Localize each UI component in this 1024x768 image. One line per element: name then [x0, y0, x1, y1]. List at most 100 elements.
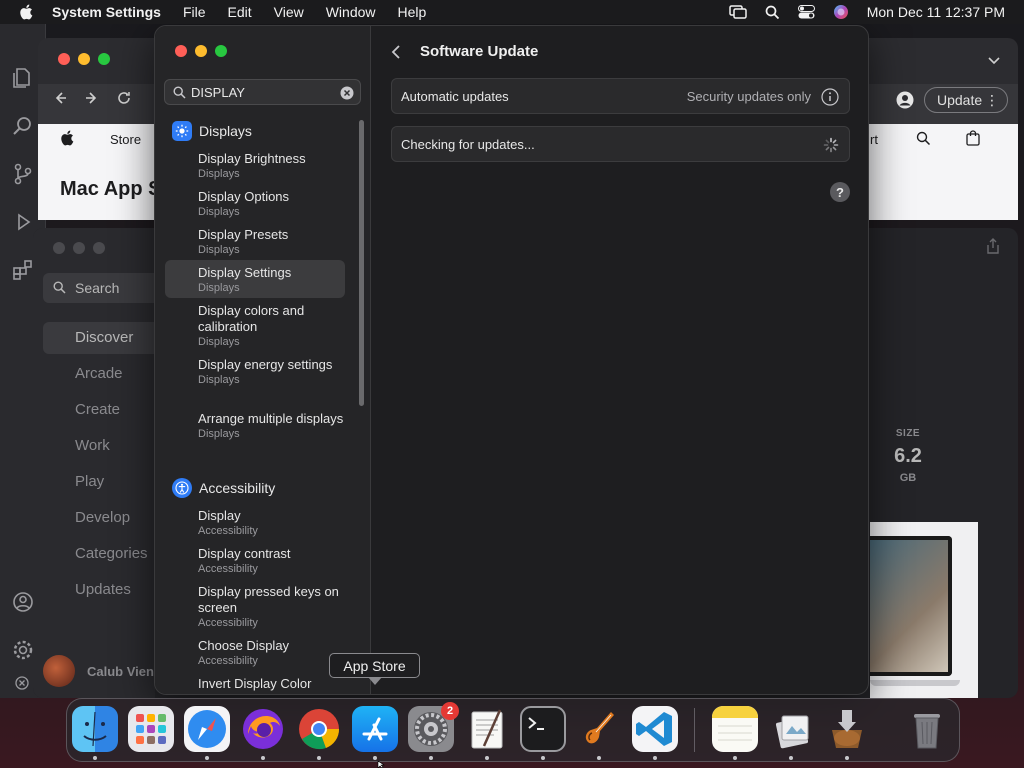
clear-search-icon[interactable]	[340, 86, 354, 100]
appstore-zoom-button[interactable]	[93, 242, 105, 254]
installer-icon[interactable]	[824, 706, 870, 752]
search-result[interactable]: Display colors and calibration Displays	[198, 303, 348, 349]
vscode-icon[interactable]	[632, 706, 678, 752]
app-screenshot-preview[interactable]	[870, 522, 978, 698]
help-button[interactable]: ?	[830, 182, 850, 202]
appstore-close-button[interactable]	[53, 242, 65, 254]
sidebar-item-play[interactable]: Play	[75, 473, 104, 490]
chrome-icon[interactable]	[296, 706, 342, 752]
browser-close-button[interactable]	[58, 53, 70, 65]
macbook-base-image	[870, 680, 960, 686]
spotlight-icon[interactable]	[765, 5, 780, 20]
search-result[interactable]: Display energy settings Displays	[198, 357, 348, 387]
search-result[interactable]: Arrange multiple displays Displays	[198, 411, 348, 441]
sidebar-item-develop[interactable]: Develop	[75, 509, 130, 526]
apple-nav-store-link[interactable]: Store	[110, 132, 141, 147]
menubar-clock[interactable]: Mon Dec 11 12:37 PM	[867, 4, 1005, 20]
tab-search-chevron-icon[interactable]	[988, 56, 1000, 66]
settings-zoom-button[interactable]	[215, 45, 227, 57]
apple-logo-icon[interactable]	[60, 130, 74, 146]
browser-back-icon[interactable]	[52, 90, 68, 106]
apple-search-icon[interactable]	[916, 131, 931, 146]
app-store-icon[interactable]	[352, 706, 398, 752]
browser-forward-icon[interactable]	[84, 90, 100, 106]
search-result[interactable]: Display Brightness Displays	[198, 151, 348, 181]
settings-minimize-button[interactable]	[195, 45, 207, 57]
menu-edit[interactable]: Edit	[228, 4, 252, 20]
gear-icon[interactable]	[11, 638, 35, 662]
sidebar-item-arcade[interactable]: Arcade	[75, 365, 123, 382]
search-result[interactable]: Display pressed keys on screen Accessibi…	[198, 584, 348, 630]
dock-running-indicator	[541, 756, 545, 760]
back-chevron-icon[interactable]	[391, 44, 401, 60]
menu-window[interactable]: Window	[326, 4, 376, 20]
apple-nav-support-link-partial[interactable]: rt	[870, 132, 878, 147]
control-center-icon[interactable]	[797, 5, 815, 19]
settings-search-field[interactable]: DISPLAY	[164, 79, 361, 105]
browser-reload-icon[interactable]	[116, 90, 132, 106]
account-icon[interactable]	[11, 590, 35, 614]
notes-icon[interactable]	[712, 706, 758, 752]
browser-minimize-button[interactable]	[78, 53, 90, 65]
run-debug-icon[interactable]	[11, 210, 35, 234]
sidebar-scrollbar[interactable]	[359, 120, 364, 406]
profile-icon[interactable]	[896, 91, 914, 109]
remote-status-icon[interactable]	[15, 676, 29, 690]
settings-search-value: DISPLAY	[191, 84, 245, 100]
explorer-icon[interactable]	[11, 66, 35, 90]
firefox-icon[interactable]	[240, 706, 286, 752]
menu-help[interactable]: Help	[398, 4, 427, 20]
preview-icon[interactable]	[768, 706, 814, 752]
app-store-user-name[interactable]: Calub Vien	[87, 664, 154, 679]
system-settings-window: DISPLAY Displays Display Brightness Disp…	[154, 25, 869, 695]
sidebar-item-create[interactable]: Create	[75, 401, 120, 418]
search-group-displays[interactable]: Displays	[172, 121, 252, 141]
appstore-minimize-button[interactable]	[73, 242, 85, 254]
launchpad-icon[interactable]	[128, 706, 174, 752]
terminal-icon[interactable]	[520, 706, 566, 752]
dock-running-indicator	[597, 756, 601, 760]
settings-close-button[interactable]	[175, 45, 187, 57]
search-result[interactable]: Display Accessibility	[198, 508, 348, 538]
menu-app-name[interactable]: System Settings	[52, 4, 161, 20]
search-result-title: Invert Display Color	[198, 676, 312, 691]
textedit-icon[interactable]	[464, 706, 510, 752]
safari-icon[interactable]	[184, 706, 230, 752]
dock-running-indicator	[653, 756, 657, 760]
screen-mirroring-icon[interactable]	[728, 5, 747, 19]
finder-icon[interactable]	[72, 706, 118, 752]
garageband-icon[interactable]	[576, 706, 622, 752]
apple-menu-icon[interactable]	[19, 4, 33, 20]
share-icon[interactable]	[986, 238, 1000, 254]
mouse-cursor-icon	[377, 761, 385, 768]
search-result-subtitle: Displays	[198, 168, 240, 180]
info-icon[interactable]	[821, 88, 839, 106]
menu-view[interactable]: View	[274, 4, 304, 20]
search-result[interactable]: Display contrast Accessibility	[198, 546, 348, 576]
dock-running-indicator	[373, 756, 377, 760]
checking-updates-row: Checking for updates...	[391, 126, 850, 162]
search-group-label: Displays	[199, 123, 252, 139]
extensions-icon[interactable]	[11, 258, 35, 282]
automatic-updates-row[interactable]: Automatic updates Security updates only	[391, 78, 850, 114]
sidebar-item-updates[interactable]: Updates	[75, 581, 131, 598]
search-result[interactable]: Invert Display Color	[198, 676, 348, 692]
siri-icon[interactable]	[833, 4, 849, 20]
search-icon[interactable]	[11, 114, 35, 138]
browser-update-button[interactable]: Update ⋮	[924, 87, 1008, 113]
browser-menu-icon[interactable]: ⋮	[985, 92, 999, 109]
menu-file[interactable]: File	[183, 4, 206, 20]
search-result-selected[interactable]: Display Settings Displays	[198, 265, 348, 295]
browser-zoom-button[interactable]	[98, 53, 110, 65]
source-control-icon[interactable]	[11, 162, 35, 186]
sidebar-item-discover[interactable]: Discover	[75, 329, 133, 346]
search-group-accessibility[interactable]: Accessibility	[172, 478, 275, 498]
sidebar-item-work[interactable]: Work	[75, 437, 110, 454]
sidebar-item-categories[interactable]: Categories	[75, 545, 148, 562]
avatar[interactable]	[43, 655, 75, 687]
trash-icon[interactable]	[904, 706, 950, 752]
search-result[interactable]: Choose Display Accessibility	[198, 638, 348, 668]
bag-icon[interactable]	[966, 130, 980, 146]
search-result[interactable]: Display Options Displays	[198, 189, 348, 219]
search-result[interactable]: Display Presets Displays	[198, 227, 348, 257]
